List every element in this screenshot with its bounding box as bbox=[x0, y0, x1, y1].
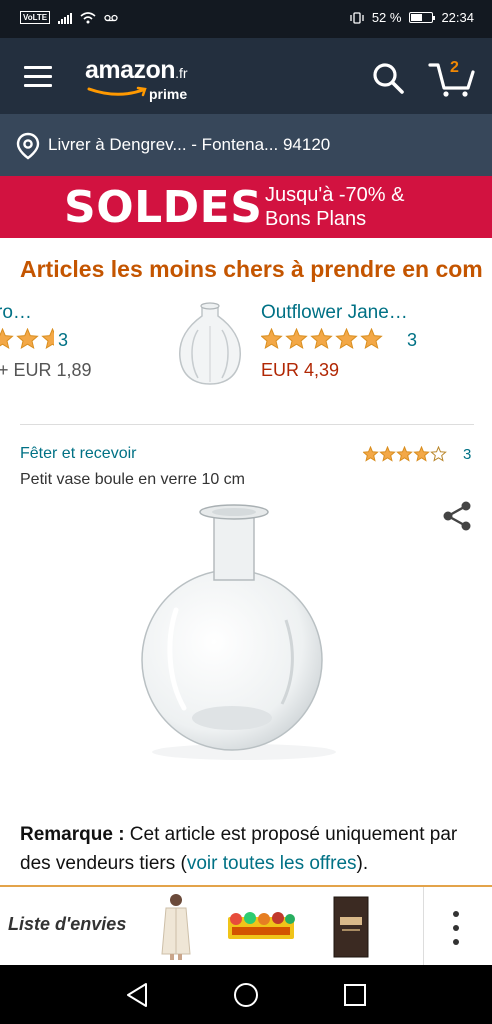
banner-line2: Bons Plans bbox=[265, 208, 367, 230]
star-filled-icon bbox=[335, 328, 358, 350]
carousel-item-rating-count: 3 bbox=[407, 330, 418, 350]
logo-tld: .fr bbox=[175, 65, 188, 81]
vase-thumbnail bbox=[179, 302, 241, 385]
location-pin-icon bbox=[16, 132, 40, 160]
more-options-icon[interactable] bbox=[448, 911, 464, 945]
system-nav-bar bbox=[0, 965, 492, 1024]
share-icon bbox=[443, 501, 471, 531]
carousel-item-price: + EUR 1,89 bbox=[0, 360, 92, 380]
see-all-offers-link[interactable]: voir toutes les offres bbox=[187, 853, 357, 874]
divider bbox=[423, 887, 424, 965]
recent-apps-icon[interactable] bbox=[342, 981, 368, 1009]
battery-percent: 52 % bbox=[371, 10, 402, 25]
divider bbox=[20, 424, 474, 425]
signal-icon bbox=[58, 12, 73, 24]
product-image[interactable] bbox=[136, 500, 356, 770]
wifi-icon bbox=[80, 11, 96, 23]
star-filled-icon bbox=[0, 328, 14, 350]
product-carousel[interactable]: ro… 3 + EUR 1,89 Outflower Jane… 3 EUR 4… bbox=[0, 290, 492, 400]
carousel-item-rating-count: 3 bbox=[58, 330, 69, 350]
star-filled-icon bbox=[413, 446, 430, 462]
clock: 22:34 bbox=[441, 10, 474, 25]
remark-end: ). bbox=[356, 853, 369, 874]
back-icon[interactable] bbox=[124, 981, 150, 1009]
vibrate-icon bbox=[350, 11, 364, 24]
product-title: Petit vase boule en verre 10 cm bbox=[20, 471, 246, 488]
banner-title: SOLDES bbox=[64, 182, 263, 233]
carousel-title: Articles les moins chers à prendre en co… bbox=[20, 256, 483, 282]
search-button[interactable] bbox=[370, 60, 406, 96]
product-rating-count[interactable]: 3 bbox=[463, 446, 471, 463]
star-rating bbox=[261, 328, 383, 350]
carousel-item-title: Outflower Jane… bbox=[261, 302, 408, 323]
wishlist-bar[interactable]: Liste d'envies bbox=[0, 885, 492, 965]
share-button[interactable] bbox=[440, 500, 474, 537]
cart-count: 2 bbox=[450, 59, 459, 76]
status-bar: VoLTE 52 % 22:34 bbox=[0, 0, 492, 38]
star-filled-icon bbox=[396, 446, 413, 462]
star-filled-icon bbox=[261, 328, 283, 350]
banner-promo: Jusqu'à -70% & Bons Plans bbox=[265, 183, 404, 231]
menu-icon[interactable] bbox=[24, 66, 52, 88]
star-rating bbox=[0, 328, 54, 350]
star-filled-icon bbox=[379, 446, 396, 462]
star-filled-icon bbox=[285, 328, 308, 350]
toys-thumbnail[interactable] bbox=[226, 909, 296, 945]
delivery-location-bar[interactable]: Livrer à Dengrev... - Fontena... 94120 bbox=[0, 114, 492, 176]
delivery-address: Livrer à Dengrev... - Fontena... 94120 bbox=[48, 135, 331, 154]
amazon-logo[interactable]: amazon.fr prime bbox=[85, 56, 188, 102]
search-icon bbox=[373, 63, 404, 94]
remark-label: Remarque : bbox=[20, 824, 125, 845]
wishlist-label[interactable]: Liste d'envies bbox=[8, 914, 126, 935]
seller-remark: Remarque : Cet article est proposé uniqu… bbox=[20, 820, 470, 878]
star-empty-icon bbox=[430, 446, 447, 462]
product-star-rating[interactable] bbox=[363, 446, 447, 463]
star-filled-icon bbox=[16, 328, 39, 350]
product-brand-link[interactable]: Fêter et recevoir bbox=[20, 445, 136, 463]
app-header: amazon.fr prime 2 bbox=[0, 38, 492, 114]
home-icon[interactable] bbox=[232, 981, 260, 1009]
carousel-item-price: EUR 4,39 bbox=[261, 360, 340, 380]
carousel-item-title: ro… bbox=[0, 302, 32, 323]
banner-line1: Jusqu'à -70% & bbox=[265, 184, 405, 206]
star-filled-icon bbox=[360, 328, 383, 350]
soldes-banner[interactable]: SOLDES Jusqu'à -70% & Bons Plans bbox=[0, 176, 492, 238]
logo-word: amazon bbox=[85, 56, 176, 84]
bathrobe-thumbnail[interactable] bbox=[156, 892, 196, 962]
book-thumbnail[interactable] bbox=[332, 895, 370, 959]
logo-prime: prime bbox=[149, 86, 188, 102]
star-filled-icon bbox=[310, 328, 333, 350]
star-filled-icon bbox=[363, 446, 379, 462]
cart-button[interactable]: 2 bbox=[428, 58, 476, 98]
star-filled-icon bbox=[41, 328, 54, 350]
battery-icon bbox=[409, 12, 436, 23]
voicemail-icon bbox=[104, 14, 118, 21]
volte-badge: VoLTE bbox=[20, 11, 51, 24]
logo-smile-icon bbox=[87, 86, 147, 97]
